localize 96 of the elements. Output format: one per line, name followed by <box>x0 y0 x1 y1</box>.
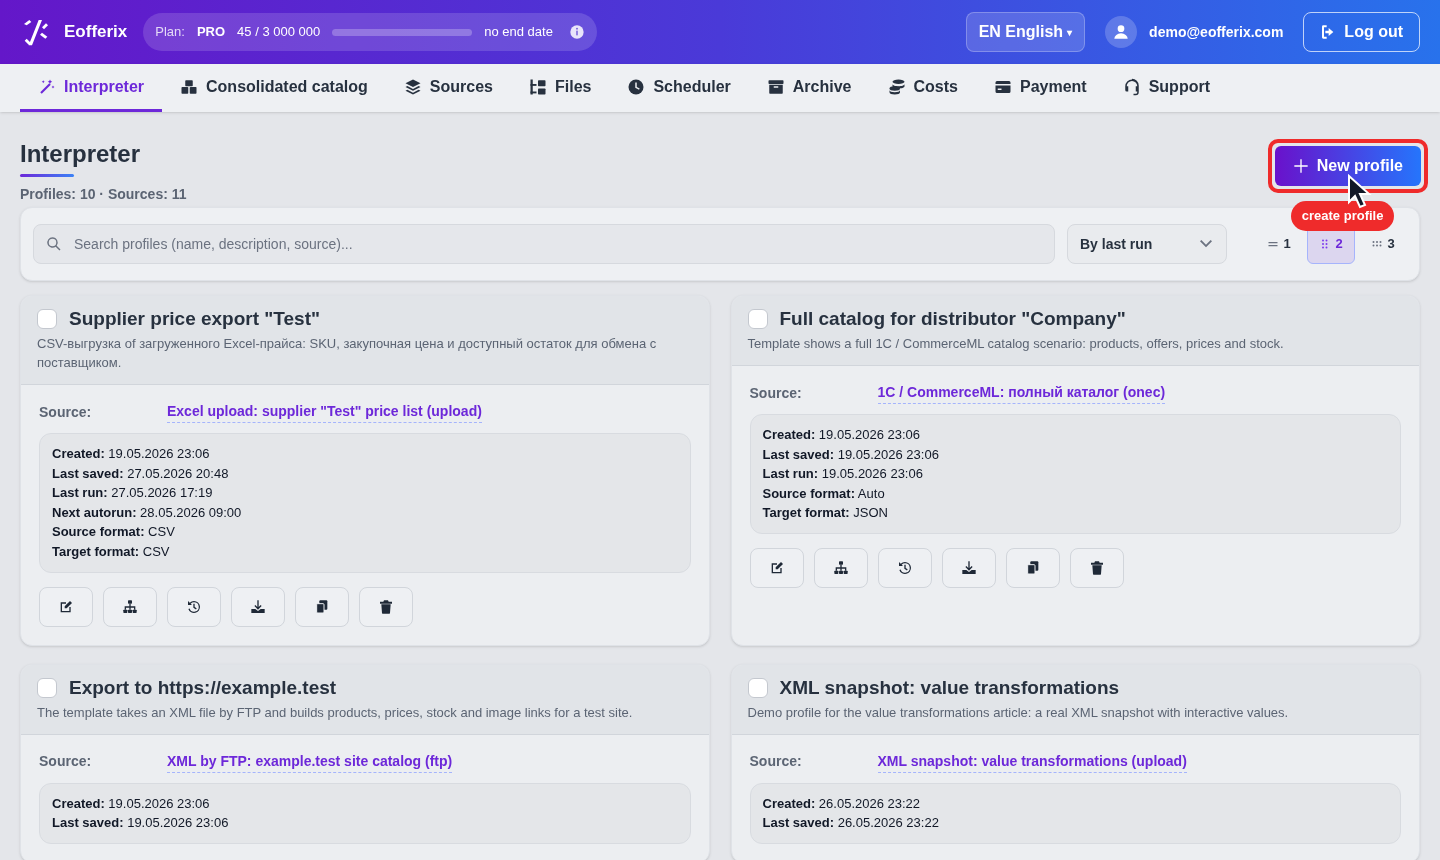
source-link[interactable]: 1C / CommerceML: полный каталог (onec) <box>877 382 1166 404</box>
tooltip: create profile <box>1290 201 1395 231</box>
detail-line: Created: 19.05.2026 23:06 <box>52 445 211 463</box>
detail-line: Last saved: 27.05.2026 20:48 <box>52 464 230 483</box>
delete-button[interactable] <box>1069 547 1124 588</box>
checkbox[interactable] <box>747 309 768 329</box>
checkbox[interactable] <box>37 677 57 698</box>
profile-description: Template shows a full 1C / CommerceML catalog scenario: products, offers, prices and stock. <box>747 335 1285 353</box>
hierarchy-icon <box>832 559 849 576</box>
history-button[interactable] <box>167 586 221 627</box>
detail-line: Last run: 19.05.2026 23:06 <box>762 465 924 484</box>
edit-button[interactable] <box>749 547 804 588</box>
trash-icon <box>378 598 394 615</box>
layers-icon <box>403 77 422 96</box>
detail-line: Last run: 27.05.2026 17:19 <box>52 484 214 503</box>
profile-title: Supplier price export "Test" <box>69 307 320 331</box>
logout-button[interactable]: Log out <box>1303 12 1420 52</box>
detail-line: Target format: JSON <box>762 504 889 523</box>
structure-button[interactable] <box>103 586 157 627</box>
checkbox[interactable] <box>747 677 768 698</box>
search-field[interactable]: Search profiles (name, description, source)... <box>33 224 1055 264</box>
boxes-icon <box>180 77 199 96</box>
detail-line: Next autorun: 28.05.2026 09:00 <box>52 503 243 522</box>
info-icon <box>568 24 585 40</box>
sort-select[interactable]: By last run <box>1067 224 1227 264</box>
copy-icon <box>314 598 330 615</box>
plan-name: PRO <box>196 23 226 42</box>
edit-button[interactable] <box>39 586 93 627</box>
nav-tab[interactable]: Scheduler <box>609 64 749 112</box>
source-link[interactable]: XML by FTP: example.test site catalog (ftp) <box>167 750 453 773</box>
detail-line: Source format: Auto <box>762 484 886 503</box>
profile-count: Profiles: 10 · Sources: 11 <box>20 185 187 204</box>
page-title: Interpreter <box>20 139 142 169</box>
profile-title: XML snapshot: value transformations <box>779 675 1120 700</box>
detail-line: Last saved: 19.05.2026 23:06 <box>52 814 230 833</box>
profile-description: CSV-выгрузка of загруженного Excel-прайса: SKU, закупочная цена и доступный остаток для обмена с поставщиком. <box>37 335 658 372</box>
nav-tab[interactable]: Archive <box>748 64 870 112</box>
avatar[interactable] <box>1105 16 1138 48</box>
detail-line: Last saved: 19.05.2026 23:06 <box>762 445 940 464</box>
download-button[interactable] <box>231 586 285 627</box>
delete-button[interactable] <box>359 586 413 627</box>
detail-line: Source format: CSV <box>52 523 176 542</box>
plan-usage: 45 / 3 000 000 <box>237 23 321 42</box>
detail-line: Created: 26.05.2026 23:22 <box>762 794 922 813</box>
detail-line: Created: 19.05.2026 23:06 <box>52 794 211 813</box>
brand-name: Eofferix <box>64 21 128 44</box>
cursor-icon <box>1345 174 1374 210</box>
profile-title: Full catalog for distributor "Company" <box>779 307 1126 331</box>
nav-tab[interactable]: Interpreter <box>20 64 163 112</box>
hierarchy-icon <box>122 598 138 615</box>
clock-icon <box>627 77 646 96</box>
search-icon <box>45 235 63 253</box>
detail-line: Last saved: 26.05.2026 23:22 <box>762 814 940 833</box>
user-icon <box>1113 24 1130 40</box>
source-label: Source: <box>39 752 93 772</box>
new-profile-button[interactable]: New profile <box>1274 146 1421 186</box>
nav-tab[interactable]: Sources <box>385 64 511 112</box>
profile-description: Demo profile for the value transformations article: a real XML snapshot with interactive values. <box>747 703 1290 722</box>
copy-button[interactable] <box>1005 547 1060 588</box>
source-link[interactable]: Excel upload: supplier "Test" price list (upload) <box>167 401 482 423</box>
archive-icon <box>766 77 785 96</box>
headset-icon <box>1122 77 1141 96</box>
download-icon <box>250 598 266 615</box>
nav-tab[interactable]: Files <box>510 64 610 112</box>
wand-icon <box>38 77 56 96</box>
copy-button[interactable] <box>295 586 349 627</box>
coins-icon <box>887 77 906 96</box>
source-label: Source: <box>39 402 93 422</box>
download-icon <box>960 559 977 576</box>
plan-label: Plan: <box>155 23 185 42</box>
nav-tab[interactable]: Payment <box>975 64 1105 112</box>
history-icon <box>896 559 913 576</box>
checkbox[interactable] <box>37 309 57 329</box>
nav-tab[interactable]: Consolidated catalog <box>162 64 386 112</box>
profile-title: Export to https://example.test <box>69 675 337 700</box>
nav-tab[interactable]: Support <box>1104 64 1228 112</box>
source-label: Source: <box>749 383 803 403</box>
profile-description: The template takes an XML file by FTP and builds products, prices, stock and image links for a test site. <box>37 703 634 722</box>
trash-icon <box>1088 559 1105 576</box>
detail-line: Created: 19.05.2026 23:06 <box>762 426 922 444</box>
plus-icon <box>1292 158 1309 174</box>
history-icon <box>186 598 202 615</box>
user-email[interactable]: demo@eofferix.com <box>1149 21 1284 43</box>
folder-tree-icon <box>528 77 547 96</box>
source-label: Source: <box>749 752 803 772</box>
detail-line: Target format: CSV <box>52 542 171 561</box>
language-button[interactable]: EN English ▾ <box>965 12 1086 52</box>
source-link[interactable]: XML snapshot: value transformations (upload) <box>877 750 1187 773</box>
structure-button[interactable] <box>813 547 868 588</box>
download-button[interactable] <box>941 547 996 588</box>
copy-icon <box>1024 559 1041 576</box>
nav-tab[interactable]: Costs <box>869 64 976 112</box>
plan-end: no end date <box>484 23 553 42</box>
history-button[interactable] <box>877 547 932 588</box>
title-underline <box>20 174 74 177</box>
edit-icon <box>58 598 74 615</box>
